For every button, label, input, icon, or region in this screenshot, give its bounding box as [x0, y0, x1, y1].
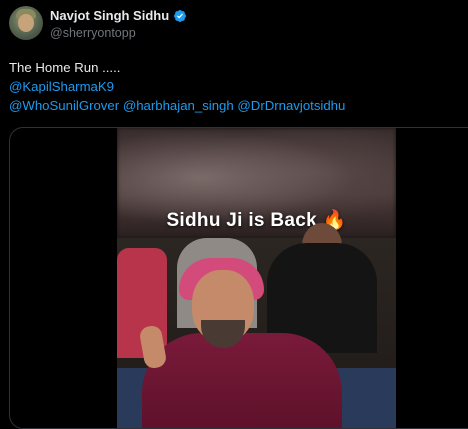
video-frame[interactable]: Sidhu Ji is Back 🔥 — [117, 128, 396, 428]
author-display-name[interactable]: Navjot Singh Sidhu — [50, 8, 169, 23]
author-names: Navjot Singh Sidhu @sherryontopp — [50, 8, 187, 40]
tweet-header: Navjot Singh Sidhu @sherryontopp — [9, 6, 187, 40]
author-avatar[interactable] — [9, 6, 43, 40]
verified-badge-icon[interactable] — [173, 9, 187, 23]
author-handle[interactable]: @sherryontopp — [50, 26, 187, 40]
mention-link[interactable]: @harbhajan_singh — [123, 98, 234, 113]
tweet-text: The Home Run ..... @KapilSharmaK9 @WhoSu… — [9, 58, 345, 115]
name-row: Navjot Singh Sidhu — [50, 8, 187, 23]
tweet-line-1: The Home Run ..... — [9, 60, 121, 75]
video-caption: Sidhu Ji is Back 🔥 — [117, 208, 396, 232]
caption-text: Sidhu Ji is Back — [166, 210, 317, 231]
mentions-line: @WhoSunilGrover @harbhajan_singh @DrDrna… — [9, 96, 345, 115]
video-media-card[interactable]: Sidhu Ji is Back 🔥 — [9, 127, 468, 429]
mention-link[interactable]: @DrDrnavjotsidhu — [237, 98, 345, 113]
host-figure — [142, 333, 342, 428]
mention-link[interactable]: @KapilSharmaK9 — [9, 77, 345, 96]
avatar-face — [18, 14, 34, 32]
video-scene — [117, 223, 396, 428]
mention-link[interactable]: @WhoSunilGrover — [9, 98, 119, 113]
